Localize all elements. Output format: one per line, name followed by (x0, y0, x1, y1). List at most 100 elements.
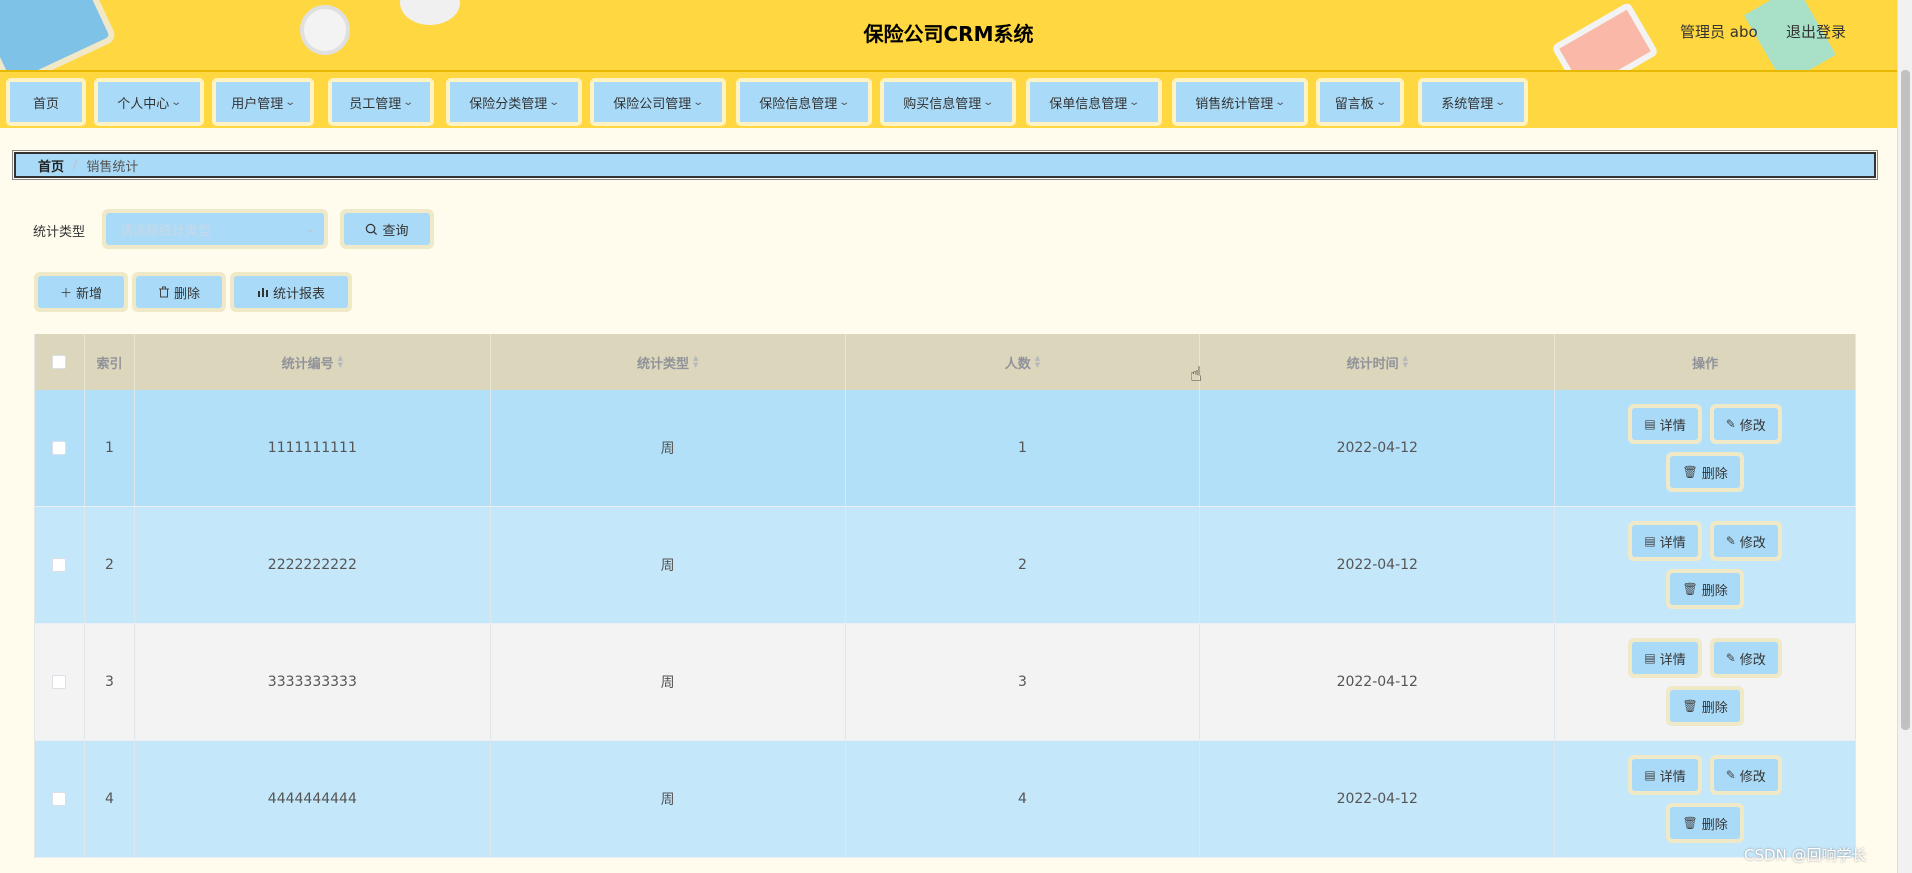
nav-item-label: 保险分类管理 (469, 96, 548, 112)
code-cell: 3333333333 (135, 624, 491, 740)
nav-item-label: 用户管理 (231, 96, 284, 112)
index-cell: 1 (85, 390, 135, 506)
column-header[interactable]: 统计类型 ▲ ▼ (491, 334, 846, 390)
nav-item-insurance-company[interactable]: 保险公司管理 ⌄ (590, 78, 726, 126)
type-cell: 周 (491, 507, 846, 623)
row-delete-button[interactable]: 🗑︎ 删除 (1666, 569, 1744, 609)
edit-button[interactable]: ✎ 修改 (1709, 521, 1782, 561)
nav-item-policy-info[interactable]: 保单信息管理 ⌄ (1026, 78, 1162, 126)
detail-button[interactable]: ▤ 详情 (1628, 755, 1702, 795)
nav-item-user-management[interactable]: 用户管理 ⌄ (212, 78, 314, 126)
nav-item-personal-center[interactable]: 个人中心 ⌄ (94, 78, 204, 126)
row-delete-button-label: 删除 (1701, 466, 1728, 482)
logout-link[interactable]: 退出登录 (1786, 21, 1846, 42)
column-header-label: 索引 (96, 356, 123, 372)
breadcrumb-home[interactable]: 首页 (38, 156, 64, 175)
trash-icon: 🗑︎ (1682, 816, 1698, 830)
chevron-down-icon: ⌄ (1494, 96, 1507, 108)
column-header-label: 操作 (1692, 356, 1719, 372)
time-cell: 2022-04-12 (1200, 507, 1556, 623)
document-icon: ▤ (1644, 417, 1656, 431)
sort-icon[interactable]: ▲ ▼ (1035, 355, 1040, 369)
chevron-down-icon: ⌄ (303, 223, 316, 235)
chevron-down-icon: ⌄ (1128, 96, 1141, 108)
row-delete-button[interactable]: 🗑︎ 删除 (1666, 803, 1744, 843)
detail-button[interactable]: ▤ 详情 (1628, 404, 1702, 444)
nav-item-home[interactable]: 首页 (6, 78, 86, 126)
report-button[interactable]: 统计报表 (230, 272, 352, 312)
document-icon: ▤ (1644, 534, 1656, 548)
chevron-down-icon: ⌄ (1375, 96, 1387, 108)
column-header-label: 统计类型 (636, 356, 689, 372)
detail-button[interactable]: ▤ 详情 (1628, 638, 1702, 678)
add-button-label: 新增 (76, 286, 103, 302)
delete-button-label: 删除 (173, 286, 200, 302)
row-checkbox-cell (35, 390, 85, 506)
app-header: 保险公司CRM系统 管理员 abo 退出登录 (0, 0, 1897, 70)
row-checkbox-cell (35, 507, 85, 623)
table-row[interactable]: 3 3333333333 周 3 2022-04-12 ▤ 详情 ✎ 修改 🗑︎ 删除 (35, 624, 1856, 741)
add-button[interactable]: ＋ 新增 (34, 272, 128, 312)
table-row[interactable]: 4 4444444444 周 4 2022-04-12 ▤ 详情 ✎ 修改 🗑︎ 删除 (35, 741, 1856, 858)
table-row[interactable]: 2 2222222222 周 2 2022-04-12 ▤ 详情 ✎ 修改 🗑︎ 删除 (35, 507, 1856, 624)
type-cell: 周 (491, 741, 846, 857)
column-header: 操作 (1555, 334, 1856, 390)
edit-button-label: 修改 (1739, 535, 1766, 551)
edit-button-label: 修改 (1739, 652, 1766, 668)
stat-type-select[interactable]: 请选择统计类型 ⌄ (102, 209, 328, 249)
row-checkbox-cell (35, 624, 85, 740)
edit-button[interactable]: ✎ 修改 (1709, 404, 1782, 444)
sort-icon[interactable]: ▲ ▼ (338, 355, 343, 369)
table-row[interactable]: 1 1111111111 周 1 2022-04-12 ▤ 详情 ✎ 修改 🗑︎ 删除 (35, 390, 1856, 507)
row-checkbox[interactable] (52, 792, 67, 806)
vertical-scrollbar[interactable] (1897, 0, 1912, 873)
nav-item-label: 销售统计管理 (1195, 96, 1274, 112)
nav-item-insurance-category[interactable]: 保险分类管理 ⌄ (446, 78, 582, 126)
bulk-delete-button[interactable]: 删除 (132, 272, 226, 312)
column-header[interactable]: 人数 ▲ ▼ (846, 334, 1201, 390)
row-delete-button[interactable]: 🗑︎ 删除 (1666, 452, 1744, 492)
detail-button[interactable]: ▤ 详情 (1628, 521, 1702, 561)
pencil-icon: ✎ (1725, 534, 1736, 548)
pencil-icon: ✎ (1725, 768, 1736, 782)
scrollbar-thumb[interactable] (1901, 70, 1910, 730)
row-checkbox[interactable] (52, 558, 67, 572)
nav-item-insurance-info[interactable]: 保险信息管理 ⌄ (736, 78, 872, 126)
nav-item-sales-statistics[interactable]: 销售统计管理 ⌄ (1172, 78, 1308, 126)
edit-button[interactable]: ✎ 修改 (1709, 638, 1782, 678)
ops-cell: ▤ 详情 ✎ 修改 🗑︎ 删除 (1555, 390, 1856, 506)
row-delete-button[interactable]: 🗑︎ 删除 (1666, 686, 1744, 726)
index-cell: 4 (85, 741, 135, 857)
sort-icon[interactable]: ▲ ▼ (693, 355, 698, 369)
nav-item-system-management[interactable]: 系统管理 ⌄ (1418, 78, 1528, 126)
header-checkbox-cell (35, 334, 85, 390)
time-cell: 2022-04-12 (1200, 624, 1556, 740)
chevron-down-icon: ⌄ (982, 96, 995, 108)
column-header[interactable]: 统计编号 ▲ ▼ (135, 334, 491, 390)
ops-cell: ▤ 详情 ✎ 修改 🗑︎ 删除 (1555, 624, 1856, 740)
row-delete-button-label: 删除 (1701, 700, 1728, 716)
plus-icon: ＋ (59, 285, 72, 300)
nav-item-label: 保险公司管理 (613, 96, 692, 112)
column-header[interactable]: 统计时间 ▲ ▼ (1200, 334, 1556, 390)
row-checkbox[interactable] (52, 441, 67, 455)
row-checkbox[interactable] (52, 675, 67, 689)
search-button[interactable]: 查询 (340, 209, 434, 249)
nav-item-label: 留言板 (1334, 96, 1374, 112)
table-header: 索引 统计编号 ▲ ▼ 统计类型 ▲ ▼ 人数 ▲ ▼ 统计时间 ▲ ▼ 操作 (35, 334, 1856, 390)
nav-item-label: 购买信息管理 (903, 96, 982, 112)
ops-cell: ▤ 详情 ✎ 修改 🗑︎ 删除 (1555, 741, 1856, 857)
row-checkbox-cell (35, 741, 85, 857)
chevron-down-icon: ⌄ (170, 96, 183, 108)
nav-item-employee-management[interactable]: 员工管理 ⌄ (328, 78, 434, 126)
nav-item-purchase-info[interactable]: 购买信息管理 ⌄ (880, 78, 1016, 126)
pencil-icon: ✎ (1725, 417, 1736, 431)
nav-item-message-board[interactable]: 留言板 ⌄ (1316, 78, 1404, 126)
breadcrumb-separator: / (73, 157, 78, 173)
sort-icon[interactable]: ▲ ▼ (1403, 355, 1408, 369)
type-cell: 周 (491, 624, 846, 740)
report-button-label: 统计报表 (272, 286, 325, 302)
select-all-checkbox[interactable] (52, 355, 67, 369)
edit-button[interactable]: ✎ 修改 (1709, 755, 1782, 795)
pencil-icon: ✎ (1725, 651, 1736, 665)
